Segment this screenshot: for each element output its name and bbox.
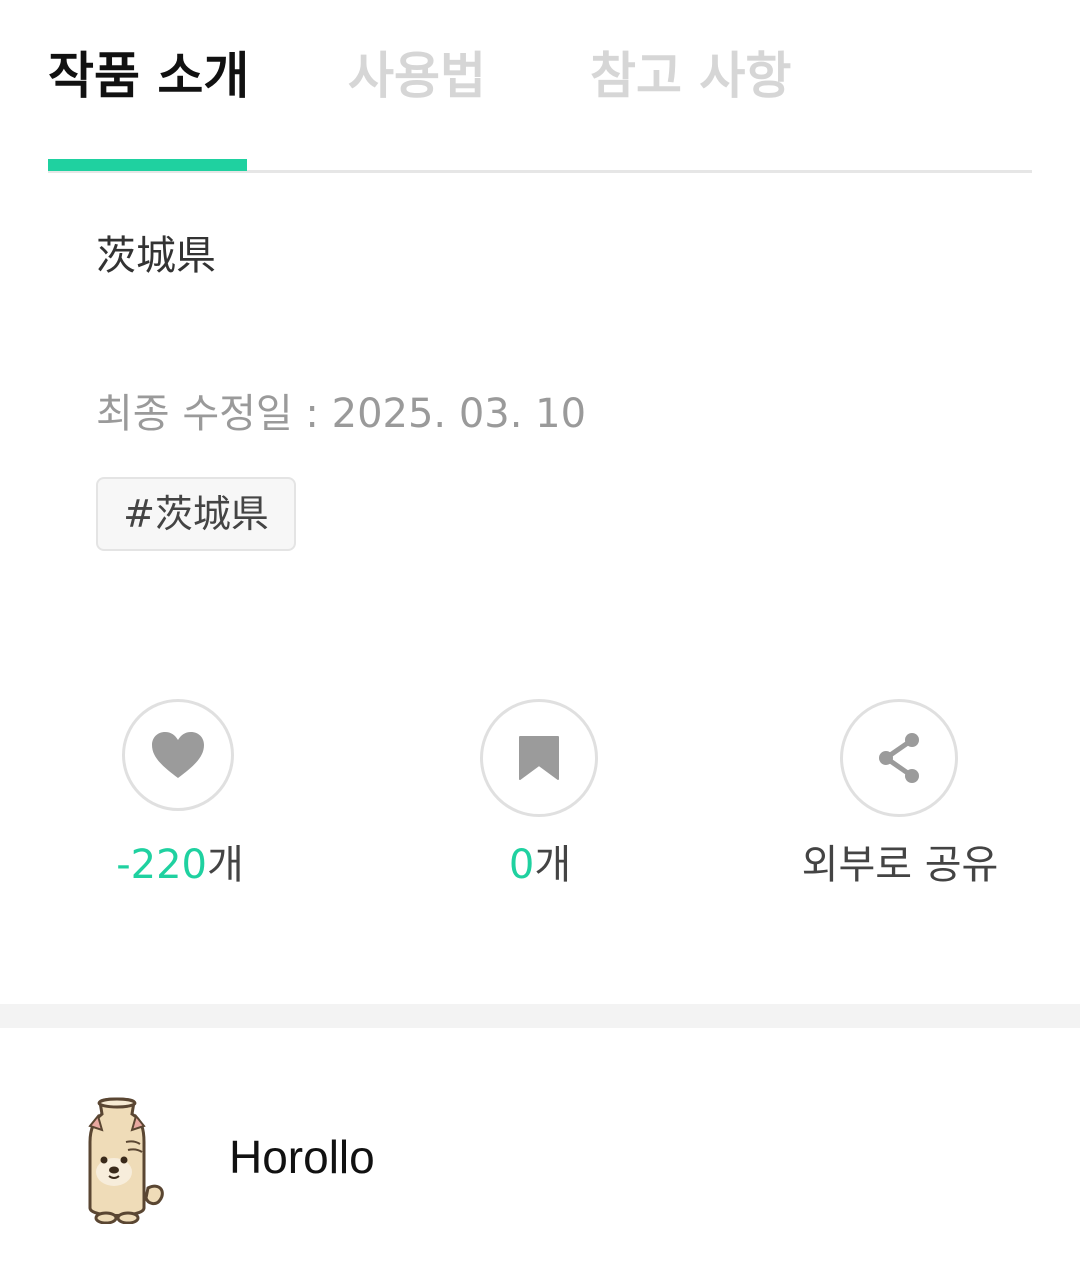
bookmark-icon (519, 736, 559, 780)
heart-icon (152, 732, 204, 778)
like-button[interactable] (122, 699, 234, 811)
author-section: Horollo (0, 1028, 1080, 1277)
like-count: -220 (116, 842, 207, 888)
like-count-label: -220개 (60, 837, 300, 893)
share-icon (879, 733, 919, 783)
section-separator (0, 1004, 1080, 1028)
work-title: 茨城県 (96, 233, 216, 279)
share-button[interactable] (840, 699, 958, 817)
hashtag-chip[interactable]: #茨城県 (96, 477, 296, 551)
share-action: 외부로 공유 (780, 699, 1020, 899)
tab-introduction[interactable]: 작품 소개 (48, 40, 249, 112)
author-avatar[interactable] (76, 1096, 168, 1225)
bottle-dog-mascot-icon (88, 1097, 164, 1225)
share-label[interactable]: 외부로 공유 (780, 837, 1020, 893)
bookmark-count-unit: 개 (534, 842, 572, 888)
bookmark-button[interactable] (480, 699, 598, 817)
last-modified-date: 최종 수정일 : 2025. 03. 10 (96, 391, 587, 437)
tab-usage[interactable]: 사용법 (348, 40, 486, 112)
author-name[interactable]: Horollo (229, 1128, 375, 1186)
active-tab-indicator (48, 159, 247, 171)
like-action: -220개 (60, 699, 300, 899)
tab-bar: 작품 소개 사용법 참고 사항 (48, 0, 1032, 174)
bookmark-action: 0개 (420, 699, 660, 899)
tab-notes[interactable]: 참고 사항 (590, 40, 791, 112)
like-count-unit: 개 (206, 842, 244, 888)
bookmark-count-label: 0개 (420, 837, 660, 893)
bookmark-count: 0 (508, 842, 535, 888)
